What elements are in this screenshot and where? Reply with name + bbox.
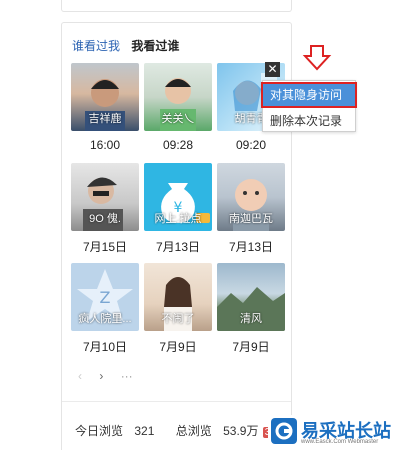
visit-time: 7月15日 <box>82 240 128 254</box>
tab-who-i-visited[interactable]: 我看过谁 <box>131 37 179 54</box>
next-page-button[interactable]: › <box>99 369 103 383</box>
avatar[interactable]: 关关乀 <box>144 63 212 131</box>
pagination: ‹ › ··· <box>78 369 147 383</box>
visitor-card[interactable]: 吉祥鹿 16:00 <box>71 63 139 152</box>
visit-time: 7月10日 <box>82 340 128 354</box>
visitor-card[interactable]: 清风 7月9日 <box>217 263 285 354</box>
divider <box>62 401 291 402</box>
watermark: 易采站长站 www.Easck.Com Webmaster <box>268 415 400 450</box>
visitor-card[interactable]: 关关乀 09:28 <box>144 63 212 152</box>
previous-card <box>61 0 292 12</box>
today-views-value: 321 <box>134 424 155 438</box>
visitor-name: 南迦巴瓦 <box>229 213 273 225</box>
context-menu: 对其隐身访问 删除本次记录 <box>261 80 357 132</box>
visitor-card[interactable]: 南迦巴瓦 7月13日 <box>217 163 285 254</box>
visit-time: 09:28 <box>162 138 194 152</box>
hide-visit-menu-item[interactable]: 对其隐身访问 <box>261 82 357 108</box>
visit-time: 16:00 <box>89 138 121 152</box>
visitor-card[interactable]: ¥ 网上.拉点 7月13日 <box>144 163 212 254</box>
avatar[interactable]: ¥ 网上.拉点 <box>144 163 212 231</box>
site-logo-icon <box>271 418 297 444</box>
visit-time: 09:20 <box>235 138 267 152</box>
visit-time: 7月9日 <box>159 340 197 354</box>
more-button[interactable]: ··· <box>121 369 133 383</box>
avatar[interactable]: 清风 <box>217 263 285 331</box>
avatar[interactable]: 9O 傀. <box>71 163 139 231</box>
visitor-card[interactable]: Z 疯人院里... 7月10日 <box>71 263 139 354</box>
prev-page-button[interactable]: ‹ <box>78 369 82 383</box>
visitor-tabs: 谁看过我 我看过谁 <box>72 37 187 54</box>
visitor-name: 疯人院里... <box>78 313 132 325</box>
visitor-panel: 谁看过我 我看过谁 吉祥鹿 16:00 关关乀 09:28 胡青青 09:20 … <box>61 22 292 450</box>
avatar[interactable]: 南迦巴瓦 <box>217 163 285 231</box>
delete-record-menu-item[interactable]: 删除本次记录 <box>263 110 355 132</box>
visitor-card[interactable]: 不闹了 7月9日 <box>144 263 212 354</box>
visitor-name: 不闹了 <box>161 313 195 325</box>
visit-time: 7月13日 <box>155 240 201 254</box>
avatar[interactable]: 不闹了 <box>144 263 212 331</box>
visitor-name: 网上.拉点 <box>154 213 202 225</box>
avatar[interactable]: 吉祥鹿 <box>71 63 139 131</box>
total-views-label: 总浏览 <box>175 424 212 438</box>
tab-who-visited-me[interactable]: 谁看过我 <box>72 37 120 54</box>
watermark-subtitle: www.Easck.Com Webmaster <box>301 439 379 445</box>
visit-time: 7月9日 <box>232 340 270 354</box>
visit-time: 7月13日 <box>228 240 274 254</box>
down-arrow-icon <box>302 45 332 71</box>
today-views-label: 今日浏览 <box>75 424 124 438</box>
visitor-card[interactable]: 9O 傀. 7月15日 <box>71 163 139 254</box>
visitor-name: 关关乀 <box>161 113 195 125</box>
total-views-value: 53.9万 <box>223 424 259 438</box>
avatar[interactable]: Z 疯人院里... <box>71 263 139 331</box>
svg-text:Z: Z <box>100 288 111 307</box>
visitor-name: 清风 <box>240 313 262 325</box>
close-icon[interactable]: ✕ <box>265 62 280 77</box>
visitor-name: 吉祥鹿 <box>88 113 122 125</box>
visitor-name: 9O 傀. <box>89 213 121 225</box>
view-stats: 今日浏览 321 总浏览 53.9万 3 <box>75 422 273 439</box>
